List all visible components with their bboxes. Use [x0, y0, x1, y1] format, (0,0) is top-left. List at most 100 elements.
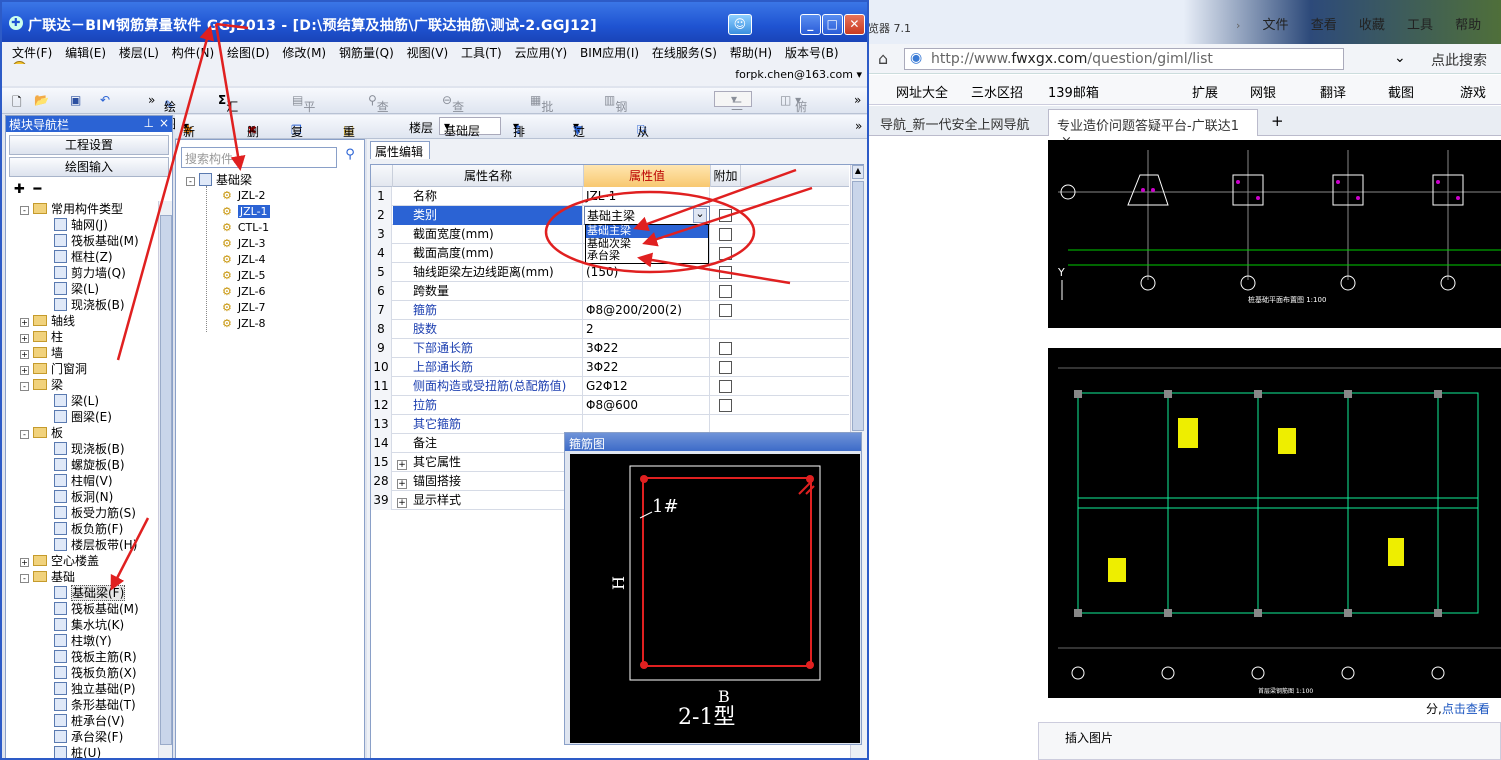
- expand-icon[interactable]: +: [20, 366, 29, 375]
- property-row[interactable]: 7 箍筋 Φ8@200/200(2): [371, 301, 849, 320]
- menu-component[interactable]: 构件(N): [172, 46, 214, 60]
- scroll-thumb[interactable]: [852, 181, 864, 431]
- nav-tree-item[interactable]: 圈梁(E): [54, 409, 112, 425]
- sort-button[interactable]: ↕ 排序 ▾: [513, 119, 525, 156]
- extra-checkbox[interactable]: [719, 361, 732, 374]
- fav-item[interactable]: 139邮箱: [1048, 82, 1099, 101]
- component-item[interactable]: ⚙ JZL-4: [222, 252, 266, 268]
- property-row[interactable]: 1 名称 JZL-1: [371, 187, 849, 206]
- property-value[interactable]: 3Φ22: [584, 358, 710, 377]
- new-tab-icon[interactable]: +: [1271, 112, 1284, 130]
- tab-property-edit[interactable]: 属性编辑: [370, 141, 430, 159]
- view-rebar-button[interactable]: ⊖ 查看钢筋量: [442, 93, 464, 182]
- component-item[interactable]: ⚙ JZL-1: [222, 204, 270, 220]
- collapse-icon[interactable]: -: [20, 430, 29, 439]
- fav-item[interactable]: 三水区招: [971, 82, 1023, 101]
- fav-item[interactable]: 游戏: [1460, 82, 1486, 101]
- maximize-button[interactable]: □: [822, 14, 843, 35]
- nav-tree-item[interactable]: 基础梁(F): [54, 585, 126, 601]
- search-input[interactable]: 搜索构件...: [181, 147, 337, 168]
- browser-menu-file[interactable]: 文件: [1263, 18, 1289, 33]
- nav-tree-group[interactable]: + 空心楼盖: [20, 553, 99, 569]
- property-row[interactable]: 11 侧面构造或受扭筋(总配筋值) G2Φ12: [371, 377, 849, 396]
- expand-icon[interactable]: +: [397, 498, 407, 508]
- browser-search-box[interactable]: 点此搜索: [1431, 50, 1487, 70]
- nav-tree-item[interactable]: 集水坑(K): [54, 617, 124, 633]
- component-item[interactable]: ⚙ JZL-3: [222, 236, 266, 252]
- component-item[interactable]: ⚙ JZL-2: [222, 188, 266, 204]
- close-button[interactable]: ✕: [844, 14, 865, 35]
- fav-item[interactable]: 截图: [1388, 82, 1414, 101]
- nav-scrollbar[interactable]: [158, 201, 172, 758]
- new-button[interactable]: ✱新建 ▾: [183, 119, 195, 156]
- nav-tree-item[interactable]: 筏板负筋(X): [54, 665, 137, 681]
- nav-tree-item[interactable]: 框柱(Z): [54, 249, 113, 265]
- nav-tree-group[interactable]: + 柱: [20, 329, 63, 345]
- close-panel-icon[interactable]: ×: [159, 116, 169, 130]
- property-row[interactable]: 9 下部通长筋 3Φ22: [371, 339, 849, 358]
- nav-tree-item[interactable]: 轴网(J): [54, 217, 108, 233]
- fav-item[interactable]: 扩展: [1192, 82, 1218, 101]
- nav-tree-group[interactable]: + 轴线: [20, 313, 75, 329]
- nav-tree-item[interactable]: 筏板基础(M): [54, 233, 139, 249]
- nav-tree-item[interactable]: 板洞(N): [54, 489, 113, 505]
- property-value[interactable]: 3Φ22: [584, 339, 710, 358]
- expand-icon[interactable]: +: [20, 334, 29, 343]
- property-row[interactable]: 10 上部通长筋 3Φ22: [371, 358, 849, 377]
- nav-tree-item[interactable]: 柱帽(V): [54, 473, 113, 489]
- rebar-3d-button[interactable]: ▥ 钢筋三维: [604, 93, 627, 165]
- menu-help[interactable]: 帮助(H): [730, 46, 772, 60]
- expand-icon[interactable]: +: [397, 460, 407, 470]
- browser-menu-help[interactable]: 帮助: [1455, 18, 1481, 33]
- property-row[interactable]: 6 跨数量: [371, 282, 849, 301]
- toolbar-overflow-icon[interactable]: »: [148, 93, 155, 107]
- expand-icon[interactable]: +: [20, 558, 29, 567]
- floor-select[interactable]: 基础层 ▾: [439, 117, 501, 138]
- dropdown-chevron-icon[interactable]: ⌄: [1394, 50, 1406, 66]
- nav-tree-item[interactable]: 板负筋(F): [54, 521, 123, 537]
- url-input[interactable]: ◉ http://www.fwxgx.com/question/giml/lis…: [904, 48, 1344, 70]
- nav-tree-group[interactable]: + 墙: [20, 345, 63, 361]
- property-value[interactable]: Φ8@200/200(2): [584, 301, 710, 320]
- nav-tree-group[interactable]: -板: [20, 425, 63, 441]
- property-row[interactable]: 12 拉筋 Φ8@600: [371, 396, 849, 415]
- nav-tree-item[interactable]: 柱墩(Y): [54, 633, 112, 649]
- pin-icon[interactable]: ⊥: [144, 116, 154, 130]
- nav-tree-item[interactable]: 剪力墙(Q): [54, 265, 126, 281]
- menu-version[interactable]: 版本号(B): [785, 46, 839, 60]
- property-value[interactable]: G2Φ12: [584, 377, 710, 396]
- minimize-button[interactable]: _: [800, 14, 821, 35]
- nav-tree-item[interactable]: 梁(L): [54, 281, 99, 297]
- expand-icon[interactable]: +: [20, 350, 29, 359]
- sum-button[interactable]: Σ 汇总计算: [218, 93, 238, 165]
- expand-all-icon[interactable]: ✚: [14, 182, 25, 197]
- browser-tab-active[interactable]: 专业造价问题答疑平台-广联达1 ×: [1048, 109, 1258, 149]
- new-file-icon[interactable]: 🗋: [12, 93, 22, 114]
- menu-bim[interactable]: BIM应用(I): [580, 46, 639, 60]
- fav-item[interactable]: 网址大全: [896, 82, 948, 101]
- batch-select-button[interactable]: ▦ 批量选择: [530, 93, 553, 165]
- flat-slab-button[interactable]: ▤ 平齐板顶: [292, 93, 315, 165]
- nav-tree-item[interactable]: 筏板基础(M): [54, 601, 139, 617]
- nav-tree-item[interactable]: 现浇板(B): [54, 441, 125, 457]
- insert-image-panel[interactable]: 插入图片: [1038, 722, 1501, 760]
- extra-checkbox[interactable]: [719, 380, 732, 393]
- collapse-icon[interactable]: -: [20, 382, 29, 391]
- nav-tree-item[interactable]: 独立基础(P): [54, 681, 136, 697]
- category-select[interactable]: 基础主梁 ⌄: [584, 206, 710, 225]
- menu-draw[interactable]: 绘图(D): [227, 46, 270, 60]
- browser-menu-view[interactable]: 查看: [1311, 18, 1337, 33]
- nav-tree-item[interactable]: 梁(L): [54, 393, 99, 409]
- property-value[interactable]: Φ8@600: [584, 396, 710, 415]
- property-value[interactable]: 2: [584, 320, 710, 339]
- menu-modify[interactable]: 修改(M): [282, 46, 326, 60]
- menu-view[interactable]: 视图(V): [407, 46, 449, 60]
- fav-item[interactable]: 翻译: [1320, 82, 1346, 101]
- browser-tab[interactable]: 导航_新一代安全上网导航: [872, 109, 1038, 136]
- nav-tree-group[interactable]: - 基础: [20, 569, 75, 585]
- dropdown-arrow-icon[interactable]: ⌄: [693, 208, 707, 223]
- nav-tree-item[interactable]: 承台梁(F): [54, 729, 123, 745]
- undo-icon[interactable]: ↶: [100, 93, 110, 107]
- collapse-all-icon[interactable]: ━: [33, 182, 41, 197]
- browser-menu-favorites[interactable]: 收藏: [1359, 18, 1385, 33]
